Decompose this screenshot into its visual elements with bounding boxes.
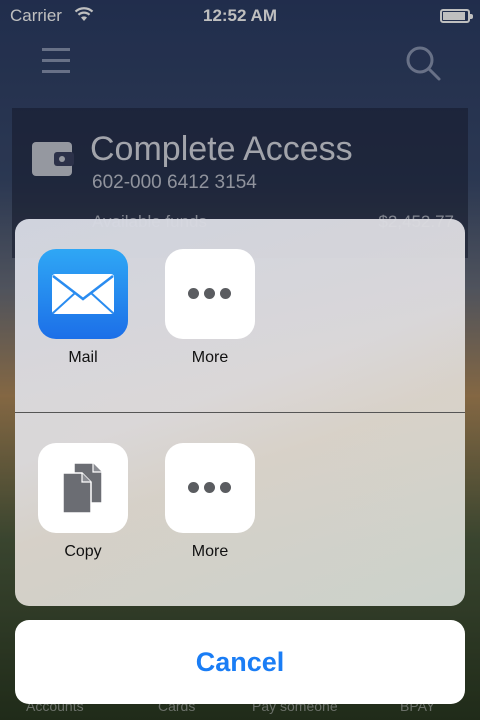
action-copy-item[interactable]: Copy bbox=[38, 443, 128, 561]
share-mail-item[interactable]: Mail bbox=[38, 249, 128, 367]
action-more-item[interactable]: More bbox=[165, 443, 255, 561]
more-icon[interactable] bbox=[165, 443, 255, 533]
share-sheet: Mail More Copy More bbox=[15, 219, 465, 606]
copy-icon[interactable] bbox=[38, 443, 128, 533]
cancel-button[interactable]: Cancel bbox=[15, 620, 465, 704]
action-more-label: More bbox=[191, 543, 229, 560]
share-mail-label: Mail bbox=[68, 349, 98, 366]
mail-icon[interactable] bbox=[38, 249, 128, 339]
action-copy-label: Copy bbox=[64, 543, 102, 560]
share-row: Mail More bbox=[15, 219, 465, 412]
more-icon[interactable] bbox=[165, 249, 255, 339]
share-more-item[interactable]: More bbox=[165, 249, 255, 367]
action-row: Copy More bbox=[15, 413, 465, 606]
share-more-label: More bbox=[191, 349, 229, 366]
